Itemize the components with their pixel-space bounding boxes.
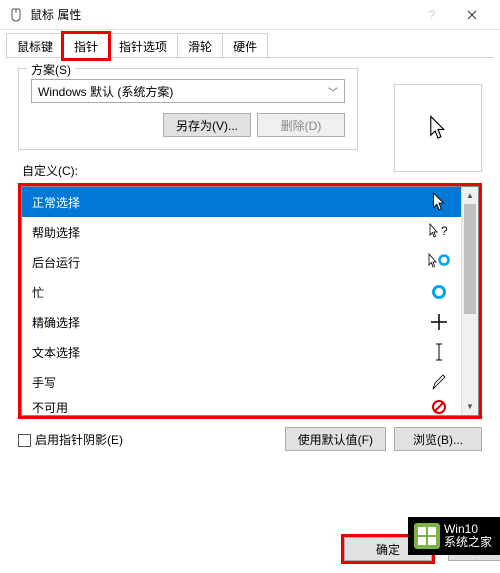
list-item-label: 不可用 — [32, 399, 68, 416]
list-item-busy[interactable]: 忙 — [22, 277, 461, 307]
window-title: 鼠标 属性 — [30, 6, 412, 23]
scheme-selected-text: Windows 默认 (系统方案) — [38, 83, 173, 100]
tab-buttons[interactable]: 鼠标键 — [6, 33, 64, 59]
list-item-label: 后台运行 — [32, 254, 80, 271]
watermark-line2: 系统之家 — [444, 536, 492, 549]
list-item-label: 文本选择 — [32, 344, 80, 361]
list-item-label: 精确选择 — [32, 314, 80, 331]
list-item-precision[interactable]: 精确选择 — [22, 307, 461, 337]
scroll-down-button[interactable]: ▼ — [462, 398, 478, 415]
enable-shadow-label: 启用指针阴影(E) — [35, 433, 123, 447]
tab-strip: 鼠标键 指针 指针选项 滑轮 硬件 — [0, 30, 500, 58]
help-button: ? — [412, 1, 452, 29]
list-item-label: 手写 — [32, 374, 56, 391]
list-item-label: 正常选择 — [32, 194, 80, 211]
list-item-working-bg[interactable]: 后台运行 — [22, 247, 461, 277]
list-item-unavailable[interactable]: 不可用 — [22, 397, 461, 415]
scroll-up-button[interactable]: ▲ — [462, 187, 478, 204]
watermark-text: Win10 系统之家 — [444, 523, 492, 549]
browse-button[interactable]: 浏览(B)... — [394, 427, 482, 451]
cursor-ibeam-icon — [427, 343, 451, 361]
use-default-button[interactable]: 使用默认值(F) — [285, 427, 386, 451]
list-item-label: 帮助选择 — [32, 224, 80, 241]
cursor-arrow-white-icon — [427, 192, 451, 212]
listbox-highlight: 正常选择 帮助选择 ? 后台运行 — [18, 183, 482, 419]
list-item-handwriting[interactable]: 手写 — [22, 367, 461, 397]
cursor-no-icon — [427, 399, 451, 415]
scheme-groupbox: 方案(S) Windows 默认 (系统方案) ﹀ 另存为(V)... 删除(D… — [18, 68, 358, 150]
dialog-footer: 确定 取消 Win10 系统之家 — [0, 537, 500, 561]
title-bar: 鼠标 属性 ? — [0, 0, 500, 30]
tab-pointer-options[interactable]: 指针选项 — [108, 33, 178, 59]
cursor-bg-ring-icon — [427, 253, 451, 271]
watermark: Win10 系统之家 — [408, 517, 500, 555]
scheme-label: 方案(S) — [27, 61, 75, 78]
windows-logo-icon — [414, 523, 440, 549]
delete-button: 删除(D) — [257, 113, 345, 137]
mouse-icon — [8, 7, 24, 23]
list-item-normal-select[interactable]: 正常选择 — [22, 187, 461, 217]
cursor-listbox[interactable]: 正常选择 帮助选择 ? 后台运行 — [21, 186, 479, 416]
svg-text:?: ? — [441, 224, 448, 238]
save-as-button[interactable]: 另存为(V)... — [163, 113, 251, 137]
list-item-label: 忙 — [32, 284, 44, 301]
scheme-combobox[interactable]: Windows 默认 (系统方案) ﹀ — [31, 79, 345, 103]
close-button[interactable] — [452, 1, 492, 29]
cursor-busy-ring-icon — [427, 284, 451, 300]
cursor-arrow-icon — [429, 115, 447, 141]
tab-content: 方案(S) Windows 默认 (系统方案) ﹀ 另存为(V)... 删除(D… — [0, 58, 500, 461]
cursor-pen-icon — [427, 373, 451, 391]
tab-wheel[interactable]: 滑轮 — [177, 33, 223, 59]
tab-hardware[interactable]: 硬件 — [222, 33, 268, 59]
chevron-down-icon: ﹀ — [328, 84, 338, 99]
listbox-scrollbar[interactable]: ▲ ▼ — [461, 187, 478, 415]
cursor-cross-icon — [427, 313, 451, 331]
list-item-help-select[interactable]: 帮助选择 ? — [22, 217, 461, 247]
cursor-preview-box — [394, 84, 482, 172]
scroll-thumb[interactable] — [464, 204, 476, 314]
list-item-text-select[interactable]: 文本选择 — [22, 337, 461, 367]
enable-shadow-checkbox[interactable]: 启用指针阴影(E) — [18, 431, 123, 448]
checkbox-icon — [18, 434, 31, 447]
tab-pointers[interactable]: 指针 — [63, 33, 109, 59]
cursor-help-icon: ? — [427, 223, 451, 241]
